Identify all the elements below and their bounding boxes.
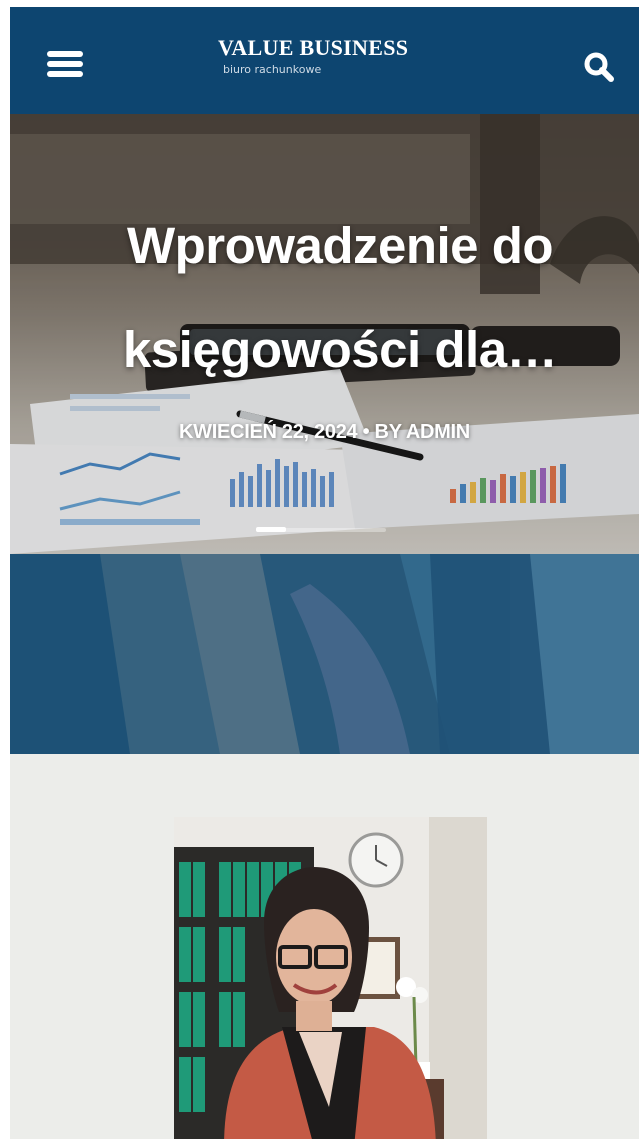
slider-progress[interactable] bbox=[256, 527, 386, 532]
hero-slider[interactable]: Wprowadzenie do księgowości dla… KWIECIE… bbox=[10, 114, 639, 554]
featured-image-band bbox=[10, 554, 639, 754]
about-section bbox=[10, 754, 639, 1139]
site-logo[interactable]: VALUE BUSINESS biuro rachunkowe bbox=[218, 35, 458, 76]
search-icon[interactable] bbox=[581, 49, 617, 85]
band-background-image bbox=[10, 554, 639, 754]
slider-progress-active bbox=[256, 527, 286, 532]
hero-title-line-2: księgowości dla… bbox=[122, 321, 558, 378]
hero-post-meta: KWIECIEŃ 22, 2024 • BY ADMIN bbox=[179, 421, 470, 443]
brand-subtitle: biuro rachunkowe bbox=[223, 63, 322, 76]
team-member-photo bbox=[174, 817, 487, 1139]
hero-title-line-1: Wprowadzenie do bbox=[127, 217, 554, 274]
brand-title: VALUE BUSINESS bbox=[218, 35, 409, 60]
site-header: VALUE BUSINESS biuro rachunkowe bbox=[10, 7, 639, 114]
page-frame: VALUE BUSINESS biuro rachunkowe Wprowadz… bbox=[10, 7, 639, 1139]
hamburger-menu-icon[interactable] bbox=[47, 51, 83, 77]
hero-post-title[interactable]: Wprowadzenie do księgowości dla… bbox=[70, 194, 610, 402]
